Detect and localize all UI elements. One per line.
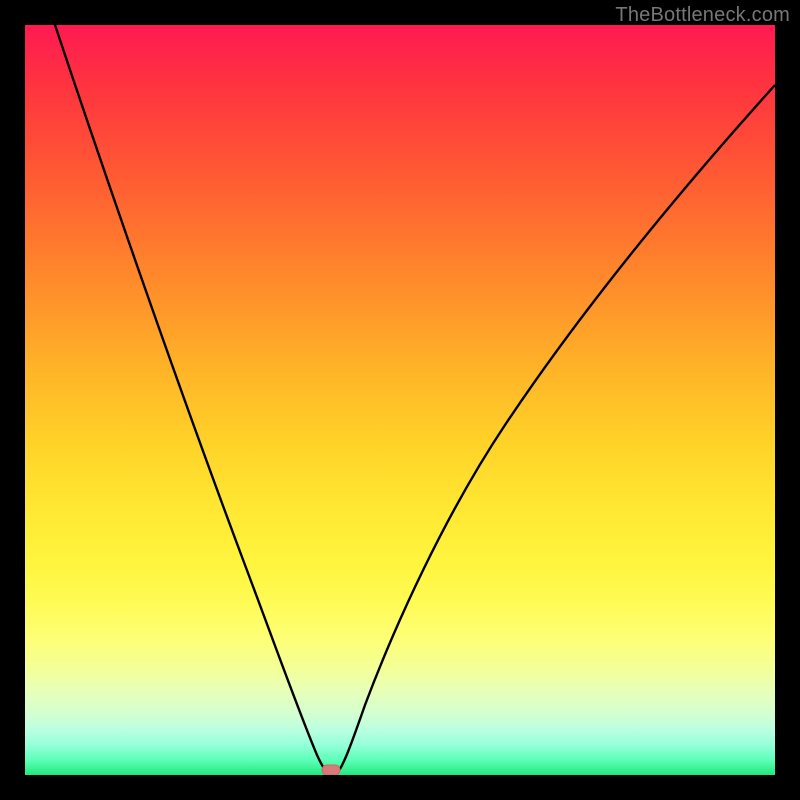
curve-svg [25, 25, 775, 775]
plot-area [25, 25, 775, 775]
chart-frame: TheBottleneck.com [0, 0, 800, 800]
bottleneck-curve [55, 25, 775, 773]
min-marker [322, 765, 340, 775]
watermark-text: TheBottleneck.com [615, 4, 790, 27]
